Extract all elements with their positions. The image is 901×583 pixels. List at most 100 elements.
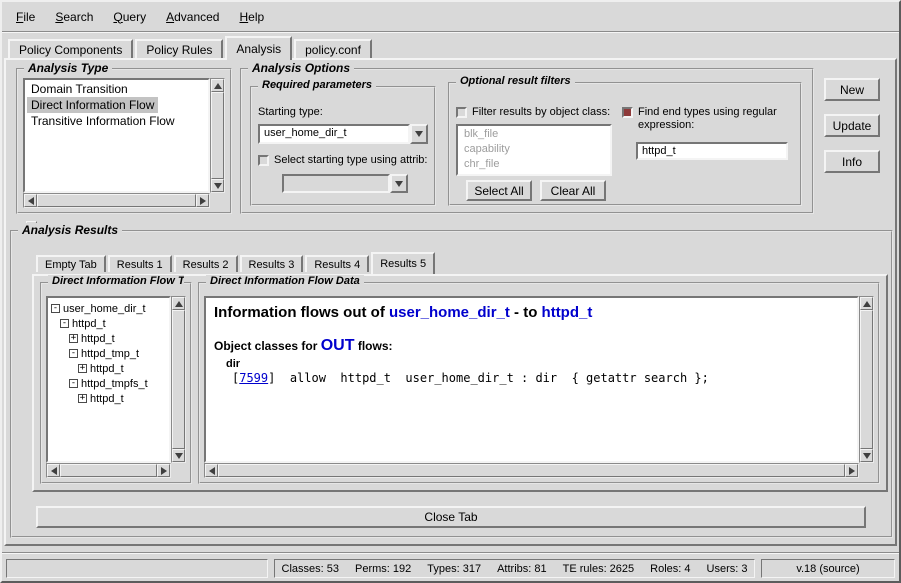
object-class-listbox[interactable]: blk_file capability chr_file bbox=[456, 124, 612, 176]
main-tab-bar: Policy Components Policy Rules Analysis … bbox=[8, 36, 374, 60]
scroll-right-button[interactable] bbox=[157, 464, 170, 477]
menu-search[interactable]: Search bbox=[45, 6, 103, 28]
scrollbar-trough[interactable] bbox=[37, 194, 196, 207]
scrollbar-trough[interactable] bbox=[60, 464, 157, 477]
flow-heading: Information flows out of user_home_dir_t… bbox=[214, 304, 849, 321]
horizontal-scrollbar[interactable] bbox=[23, 193, 210, 208]
tree-node-label[interactable]: user_home_dir_t bbox=[63, 303, 146, 315]
scrollbar-trough[interactable] bbox=[211, 92, 224, 179]
regex-checkbox[interactable]: Find end types using regular expression: bbox=[622, 106, 794, 132]
scroll-left-button[interactable] bbox=[47, 464, 60, 477]
scrollbar-thumb[interactable] bbox=[211, 92, 224, 179]
scrollbar-trough[interactable] bbox=[218, 464, 845, 477]
scrollbar-thumb[interactable] bbox=[172, 310, 185, 449]
list-item[interactable]: chr_file bbox=[460, 157, 503, 172]
scrollbar-thumb[interactable] bbox=[37, 194, 196, 207]
scroll-right-button[interactable] bbox=[196, 194, 209, 207]
tab-empty-tab[interactable]: Empty Tab bbox=[36, 255, 106, 272]
horizontal-scrollbar[interactable] bbox=[46, 463, 171, 478]
tab-results-3[interactable]: Results 3 bbox=[240, 255, 304, 272]
starting-type-value[interactable]: user_home_dir_t bbox=[258, 124, 410, 144]
starting-type-dropdown-button[interactable] bbox=[410, 124, 428, 144]
scrollbar-thumb[interactable] bbox=[218, 464, 845, 477]
close-tab-button[interactable]: Close Tab bbox=[36, 506, 866, 528]
tab-results-5[interactable]: Results 5 bbox=[371, 252, 435, 274]
status-separator bbox=[2, 552, 899, 554]
tree-expander-icon[interactable]: - bbox=[51, 304, 60, 313]
vertical-scrollbar[interactable] bbox=[171, 296, 186, 463]
menu-bar: File Search Query Advanced Help bbox=[2, 2, 899, 31]
tree-node[interactable]: -httpd_tmpfs_t bbox=[49, 376, 168, 391]
regex-input[interactable] bbox=[636, 142, 788, 160]
tree-node-label[interactable]: httpd_tmp_t bbox=[81, 348, 139, 360]
tree-expander-icon[interactable]: + bbox=[78, 364, 87, 373]
scroll-down-button[interactable] bbox=[860, 449, 873, 462]
list-item[interactable]: Domain Transition bbox=[27, 81, 132, 97]
tree-expander-icon[interactable]: + bbox=[69, 334, 78, 343]
tab-policy-components[interactable]: Policy Components bbox=[8, 39, 133, 58]
flow-tree-label: Direct Information Flow T bbox=[48, 275, 184, 287]
info-button[interactable]: Info bbox=[824, 150, 880, 173]
select-all-button[interactable]: Select All bbox=[466, 180, 532, 201]
menu-file[interactable]: File bbox=[6, 6, 45, 28]
tab-results-1[interactable]: Results 1 bbox=[108, 255, 172, 272]
menu-advanced[interactable]: Advanced bbox=[156, 6, 229, 28]
scroll-up-button[interactable] bbox=[172, 297, 185, 310]
tree-node-label[interactable]: httpd_t bbox=[81, 333, 115, 345]
analysis-type-listbox[interactable]: Domain Transition Direct Information Flo… bbox=[23, 78, 210, 193]
update-button[interactable]: Update bbox=[824, 114, 880, 137]
tab-policy-rules[interactable]: Policy Rules bbox=[135, 39, 223, 58]
scroll-up-button[interactable] bbox=[860, 297, 873, 310]
analysis-options-panel: Analysis Options Required parameters Sta… bbox=[240, 68, 814, 214]
tree-expander-icon[interactable]: - bbox=[69, 349, 78, 358]
rule-number-link[interactable]: 7599 bbox=[239, 371, 268, 385]
tree-expander-icon[interactable]: - bbox=[69, 379, 78, 388]
tree-node[interactable]: +httpd_t bbox=[49, 361, 168, 376]
tree-node-label[interactable]: httpd_t bbox=[72, 318, 106, 330]
flow-data-text[interactable]: Information flows out of user_home_dir_t… bbox=[204, 296, 859, 463]
list-item-selected[interactable]: Direct Information Flow bbox=[27, 97, 158, 113]
new-button[interactable]: New bbox=[824, 78, 880, 101]
horizontal-scrollbar[interactable] bbox=[204, 463, 859, 478]
scrollbar-thumb[interactable] bbox=[860, 310, 873, 449]
scrollbar-trough[interactable] bbox=[172, 310, 185, 449]
clear-all-button[interactable]: Clear All bbox=[540, 180, 606, 201]
attrib-checkbox[interactable]: Select starting type using attrib: bbox=[258, 154, 434, 167]
attrib-dropdown-button[interactable] bbox=[390, 174, 408, 193]
scroll-left-button[interactable] bbox=[24, 194, 37, 207]
attrib-combobox[interactable] bbox=[282, 174, 408, 193]
tree-expander-icon[interactable]: + bbox=[78, 394, 87, 403]
scrollbar-thumb[interactable] bbox=[60, 464, 157, 477]
menu-help[interactable]: Help bbox=[229, 6, 274, 28]
scrollbar-trough[interactable] bbox=[860, 310, 873, 449]
vertical-scrollbar[interactable] bbox=[210, 78, 225, 193]
filter-by-class-checkbox[interactable]: Filter results by object class: bbox=[456, 106, 622, 119]
tree-expander-icon[interactable]: - bbox=[60, 319, 69, 328]
tab-analysis[interactable]: Analysis bbox=[225, 36, 292, 60]
vertical-scrollbar[interactable] bbox=[859, 296, 874, 463]
flow-tree[interactable]: -user_home_dir_t -httpd_t +httpd_t -http… bbox=[46, 296, 171, 463]
scroll-down-button[interactable] bbox=[211, 179, 224, 192]
scroll-left-button[interactable] bbox=[205, 464, 218, 477]
starting-type-combobox[interactable]: user_home_dir_t bbox=[258, 124, 428, 144]
tree-node[interactable]: -user_home_dir_t bbox=[49, 301, 168, 316]
menu-query[interactable]: Query bbox=[103, 6, 156, 28]
tree-node[interactable]: -httpd_t bbox=[49, 316, 168, 331]
list-item[interactable]: blk_file bbox=[460, 127, 502, 142]
scroll-down-button[interactable] bbox=[172, 449, 185, 462]
scroll-right-button[interactable] bbox=[845, 464, 858, 477]
tab-results-2[interactable]: Results 2 bbox=[174, 255, 238, 272]
tab-policy-conf[interactable]: policy.conf bbox=[294, 39, 372, 58]
tree-node[interactable]: +httpd_t bbox=[49, 331, 168, 346]
stat-te-rules: TE rules: 2625 bbox=[563, 563, 635, 575]
tree-node-label[interactable]: httpd_tmpfs_t bbox=[81, 378, 148, 390]
list-item[interactable]: Transitive Information Flow bbox=[27, 113, 179, 129]
tree-node-label[interactable]: httpd_t bbox=[90, 363, 124, 375]
scroll-up-button[interactable] bbox=[211, 79, 224, 92]
tree-node[interactable]: +httpd_t bbox=[49, 391, 168, 406]
tab-results-4[interactable]: Results 4 bbox=[305, 255, 369, 272]
list-item[interactable]: capability bbox=[460, 142, 514, 157]
tree-node[interactable]: -httpd_tmp_t bbox=[49, 346, 168, 361]
rule-text: allow httpd_t user_home_dir_t : dir { ge… bbox=[275, 371, 708, 385]
tree-node-label[interactable]: httpd_t bbox=[90, 393, 124, 405]
